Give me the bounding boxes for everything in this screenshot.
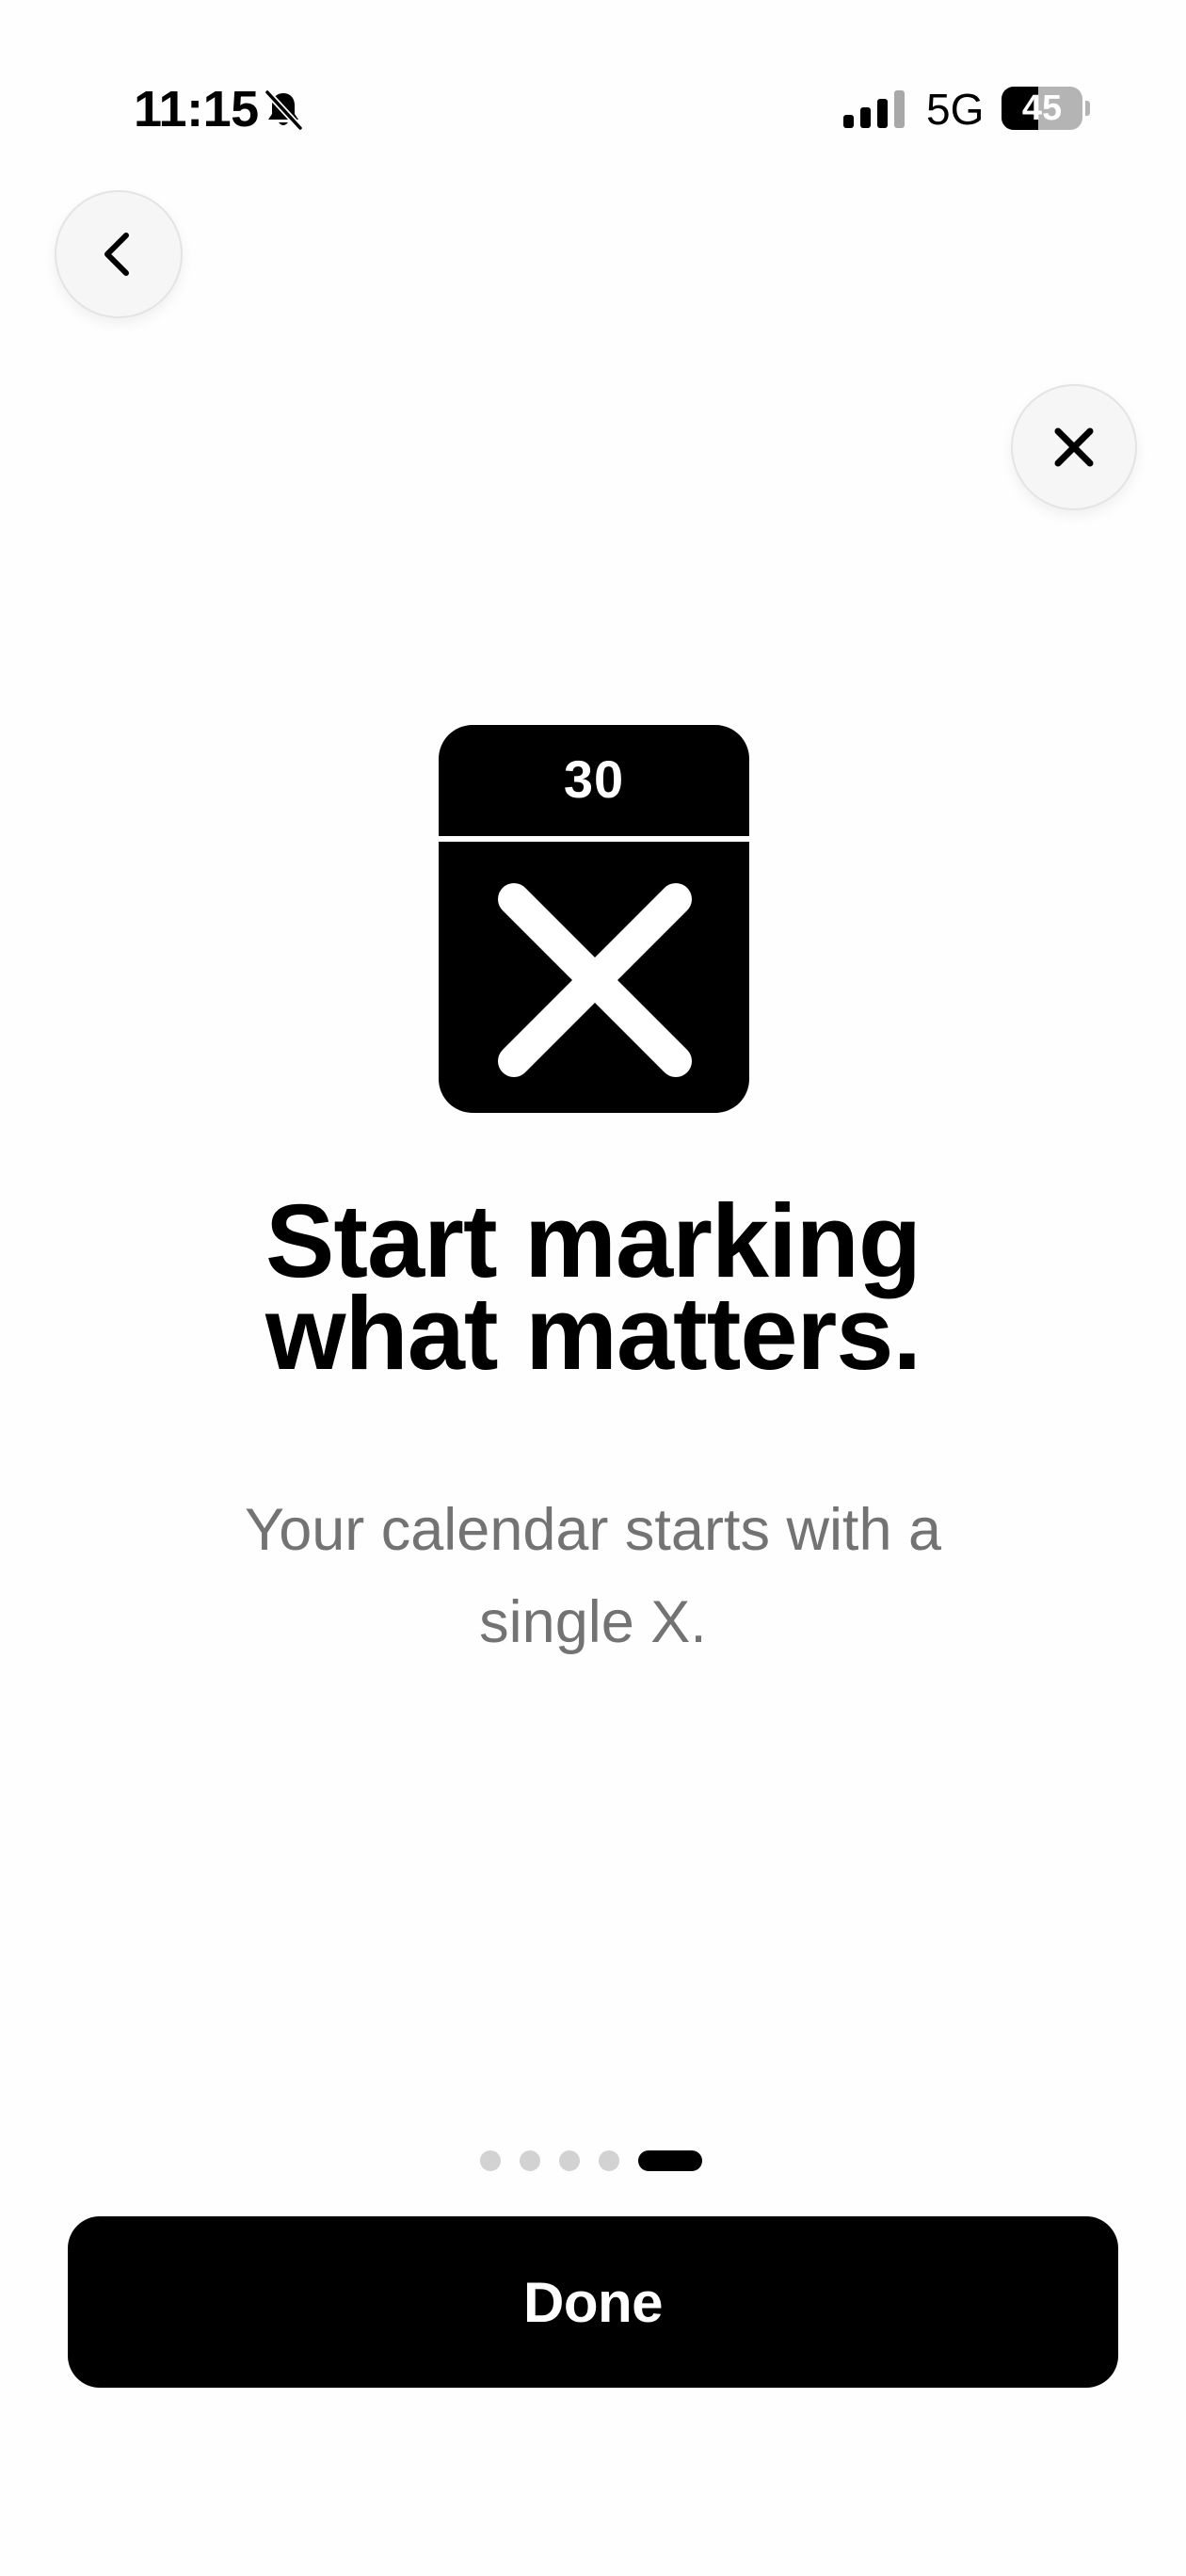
bell-slash-icon <box>264 89 304 132</box>
close-button[interactable] <box>1011 384 1137 510</box>
page-dot <box>559 2150 580 2171</box>
subtitle: Your calendar starts with a single X. <box>151 1484 1035 1668</box>
status-bar: 11:15 5G 45 <box>0 0 1186 169</box>
calendar-day-number: 30 <box>563 749 625 809</box>
page-dot <box>520 2150 540 2171</box>
done-button[interactable]: Done <box>68 2216 1118 2388</box>
battery-icon: 45 <box>1002 87 1090 132</box>
onboarding-screen: 11:15 5G 45 30 Start marking what matter… <box>0 0 1186 2576</box>
cellular-signal-icon <box>843 90 905 128</box>
subtitle-line: Your calendar starts with a <box>244 1497 942 1563</box>
status-time: 11:15 <box>134 81 259 137</box>
page-dot <box>480 2150 501 2171</box>
page-dot-active <box>638 2150 702 2171</box>
chevron-left-icon <box>104 233 129 276</box>
headline-line: Start marking <box>264 1183 922 1299</box>
subtitle-line: single X. <box>479 1589 707 1655</box>
headline-line: what matters. <box>264 1276 922 1392</box>
calendar-illustration: 30 <box>439 725 749 1113</box>
headline: Start marking what matters. <box>75 1183 1111 1392</box>
back-button[interactable] <box>55 190 183 318</box>
page-indicator <box>480 2150 706 2171</box>
network-type: 5G <box>926 85 985 134</box>
page-dot <box>599 2150 619 2171</box>
close-icon <box>1054 427 1094 467</box>
battery-percent: 45 <box>1021 89 1063 128</box>
